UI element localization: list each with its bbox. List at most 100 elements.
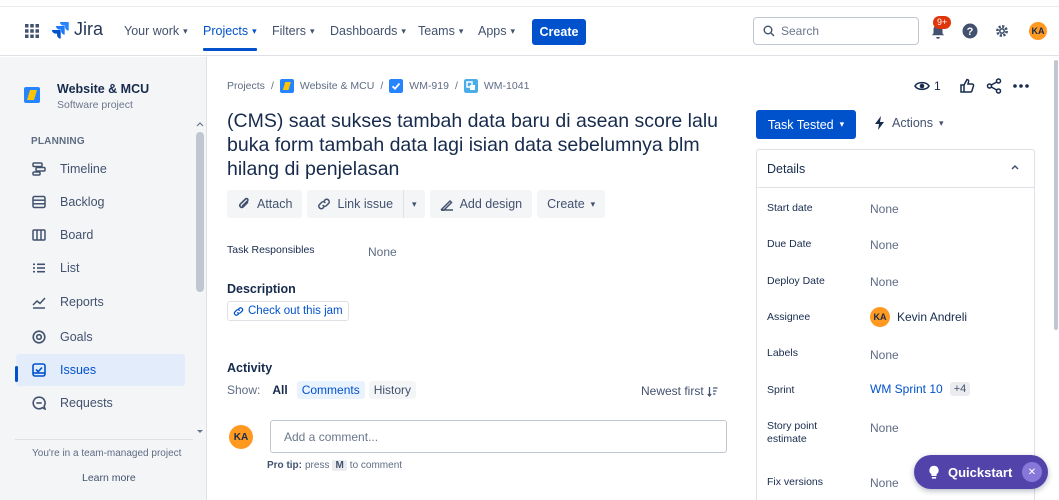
eye-icon: [914, 81, 930, 91]
issue-title[interactable]: (CMS) saat sukses tambah data baru di as…: [227, 109, 747, 181]
breadcrumb-separator: /: [380, 80, 384, 92]
pro-tip: Pro tip: press M to comment: [267, 460, 402, 471]
nav-teams-label: Teams: [418, 24, 455, 38]
sprint-more-badge[interactable]: +4: [949, 382, 971, 396]
close-icon[interactable]: ✕: [1022, 462, 1042, 482]
deploy-date-value[interactable]: None: [870, 275, 899, 289]
task-checkbox-icon: [389, 79, 404, 93]
project-name[interactable]: Website & MCU: [57, 82, 149, 96]
link-issue-button[interactable]: Link issue: [307, 190, 404, 218]
app-switcher-icon[interactable]: [25, 24, 39, 38]
chevron-down-icon: ▾: [310, 25, 315, 36]
comment-input[interactable]: Add a comment...: [270, 420, 727, 453]
task-responsibles-value[interactable]: None: [368, 245, 397, 259]
page-scrollbar-thumb[interactable]: [1054, 60, 1058, 330]
sidebar-item-label: List: [60, 261, 80, 275]
nav-teams[interactable]: Teams ▾: [418, 24, 463, 38]
nav-apps[interactable]: Apps ▾: [478, 24, 515, 38]
sort-label: Newest first: [641, 384, 704, 398]
pro-tip-key: M: [332, 460, 347, 471]
nav-dashboards[interactable]: Dashboards ▾: [330, 24, 406, 38]
sidebar-divider: [15, 439, 193, 440]
due-date-value[interactable]: None: [870, 238, 899, 252]
sidebar-item-reports[interactable]: Reports: [16, 286, 185, 318]
chevron-down-icon: ▾: [458, 25, 464, 36]
sidebar-item-issues[interactable]: Issues: [16, 354, 185, 386]
details-header[interactable]: Details: [757, 150, 1034, 188]
status-dropdown[interactable]: Task Tested ▾: [756, 110, 856, 139]
sidebar-item-backlog[interactable]: Backlog: [16, 186, 185, 218]
sort-toggle[interactable]: Newest first: [641, 384, 718, 398]
sidebar-scrollbar[interactable]: [194, 120, 206, 440]
thumbs-up-icon[interactable]: [959, 78, 975, 94]
nav-your-work[interactable]: Your work ▾: [124, 24, 188, 38]
sidebar-item-label: Requests: [60, 396, 113, 410]
user-avatar[interactable]: KA: [1029, 22, 1047, 40]
story-point-value[interactable]: None: [870, 421, 899, 435]
sprint-value[interactable]: WM Sprint 10 +4: [870, 382, 971, 396]
sort-icon: [706, 386, 718, 397]
filter-comments[interactable]: Comments: [296, 381, 365, 399]
chevron-down-icon: ▾: [939, 117, 944, 128]
task-responsibles-label: Task Responsibles: [227, 244, 315, 256]
breadcrumb-separator: /: [270, 80, 274, 92]
labels-value[interactable]: None: [870, 348, 899, 362]
sidebar-item-board[interactable]: Board: [16, 219, 185, 251]
nav-your-work-label: Your work: [124, 24, 180, 38]
sidebar-scrollbar-thumb[interactable]: [196, 132, 204, 292]
page-scrollbar[interactable]: [1053, 60, 1059, 500]
breadcrumb-issue[interactable]: WM-1041: [484, 80, 530, 92]
subtask-icon: [463, 79, 478, 93]
settings-gear-icon[interactable]: [994, 23, 1010, 39]
show-label: Show:: [227, 383, 261, 397]
issues-icon: [32, 363, 46, 377]
filter-history[interactable]: History: [368, 381, 417, 399]
create-button[interactable]: Create: [532, 19, 586, 45]
breadcrumb-project[interactable]: Website & MCU: [300, 80, 375, 92]
sidebar-item-label: Timeline: [60, 162, 107, 176]
paperclip-icon: [239, 197, 249, 209]
top-divider: [0, 6, 1059, 7]
pro-tip-press: press: [305, 460, 330, 471]
search-input[interactable]: Search: [753, 17, 919, 45]
watchers[interactable]: 1: [914, 79, 941, 93]
sidebar-item-timeline[interactable]: Timeline: [16, 153, 185, 185]
quickstart-button[interactable]: Quickstart ✕: [914, 455, 1048, 489]
labels-label: Labels: [767, 347, 798, 359]
chevron-down-icon: ▾: [401, 25, 406, 36]
start-date-value[interactable]: None: [870, 202, 899, 216]
breadcrumb-projects[interactable]: Projects: [227, 80, 265, 92]
nav-projects[interactable]: Projects ▾: [203, 24, 257, 51]
fix-versions-value[interactable]: None: [870, 476, 899, 490]
sidebar-item-requests[interactable]: Requests: [16, 387, 185, 419]
board-icon: [32, 229, 46, 241]
attach-button[interactable]: Attach: [227, 190, 303, 218]
jira-logo[interactable]: Jira: [51, 19, 103, 40]
filter-all[interactable]: All: [267, 381, 292, 399]
more-options-icon[interactable]: [1013, 84, 1029, 88]
nav-filters[interactable]: Filters ▾: [272, 24, 315, 38]
jam-link[interactable]: Check out this jam: [227, 301, 349, 321]
breadcrumb-parent[interactable]: WM-919: [409, 80, 449, 92]
help-icon[interactable]: ?: [962, 23, 978, 39]
description-heading: Description: [227, 282, 296, 296]
reports-icon: [32, 297, 46, 309]
goals-icon: [32, 330, 46, 344]
link-issue-group: Link issue ▾: [307, 190, 425, 218]
top-navigation: Jira Your work ▾ Projects ▾ Filters ▾ Dashb…: [0, 0, 1059, 56]
scroll-down-icon: [197, 430, 203, 433]
assignee-value[interactable]: KA Kevin Andreli: [870, 307, 967, 327]
sidebar-item-goals[interactable]: Goals: [16, 321, 185, 353]
add-design-button[interactable]: Add design: [429, 190, 533, 218]
learn-more-link[interactable]: Learn more: [82, 472, 136, 484]
assignee-name: Kevin Andreli: [897, 310, 968, 324]
activity-heading: Activity: [227, 361, 273, 375]
search-icon: [763, 25, 775, 37]
breadcrumb-separator: /: [454, 80, 458, 92]
create-menu-button[interactable]: Create ▾: [537, 190, 606, 218]
actions-button[interactable]: Actions ▾: [874, 116, 944, 130]
share-icon[interactable]: [986, 78, 1002, 94]
notifications-badge: 9+: [933, 16, 952, 29]
sidebar-item-list[interactable]: List: [16, 252, 185, 284]
link-issue-dropdown[interactable]: ▾: [404, 190, 425, 218]
